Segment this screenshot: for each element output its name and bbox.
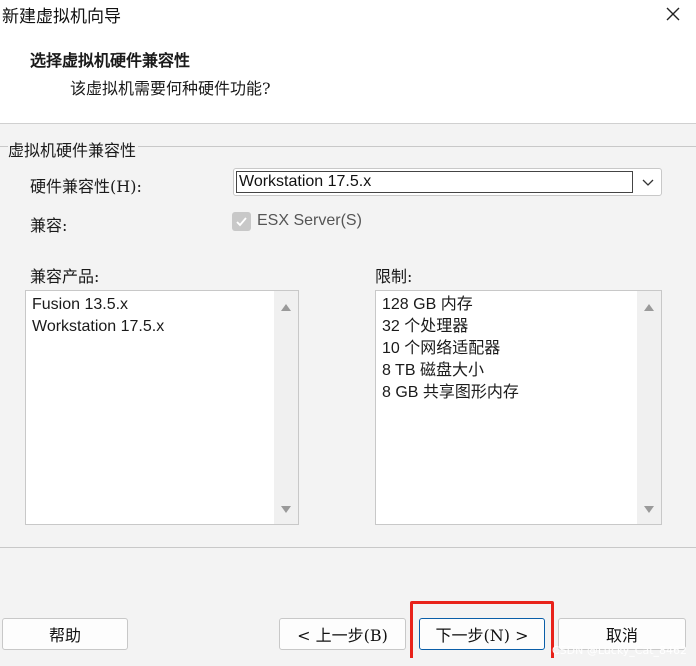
chevron-down-icon[interactable] xyxy=(638,173,658,193)
compat-label: 兼容: xyxy=(30,216,68,235)
page-subtitle: 该虚拟机需要何种硬件功能? xyxy=(70,79,271,98)
limits-label: 限制: xyxy=(375,267,413,286)
limits-items: 128 GB 内存 32 个处理器 10 个网络适配器 8 TB 磁盘大小 8 GB 共… xyxy=(382,294,519,404)
window-title: 新建虚拟机向导 xyxy=(2,7,121,27)
close-icon xyxy=(666,7,680,21)
next-button[interactable]: 下一步(N) > xyxy=(419,618,545,650)
scroll-down-icon[interactable] xyxy=(274,500,298,520)
back-button[interactable]: < 上一步(B) xyxy=(279,618,406,650)
bottom-strip xyxy=(0,658,696,666)
hardware-compat-label: 硬件兼容性(H): xyxy=(30,177,142,196)
close-button[interactable] xyxy=(650,0,696,28)
list-item: Fusion 13.5.x xyxy=(32,296,129,313)
list-item: 128 GB 内存 xyxy=(382,296,473,313)
scroll-down-icon[interactable] xyxy=(637,500,661,520)
esx-server-label[interactable]: ESX Server(S) xyxy=(257,212,362,230)
list-item: 32 个处理器 xyxy=(382,318,469,335)
esx-server-checkbox[interactable] xyxy=(232,212,251,231)
page-title: 选择虚拟机硬件兼容性 xyxy=(30,51,191,70)
limits-list[interactable]: 128 GB 内存 32 个处理器 10 个网络适配器 8 TB 磁盘大小 8 GB 共… xyxy=(375,290,662,525)
help-button[interactable]: 帮助 xyxy=(2,618,128,650)
watermark: CSDN @Lucky_Cat_8462 xyxy=(552,644,688,657)
wizard-header: 选择虚拟机硬件兼容性 该虚拟机需要何种硬件功能? xyxy=(0,30,696,124)
products-scrollbar[interactable] xyxy=(274,291,298,524)
list-item: 8 TB 磁盘大小 xyxy=(382,362,484,379)
group-legend: 虚拟机硬件兼容性 xyxy=(8,137,139,161)
list-item: 10 个网络适配器 xyxy=(382,340,501,357)
products-items: Fusion 13.5.x Workstation 17.5.x xyxy=(32,294,164,338)
scroll-up-icon[interactable] xyxy=(637,297,661,317)
title-bar: 新建虚拟机向导 xyxy=(0,0,696,30)
hardware-compat-value-box: Workstation 17.5.x xyxy=(236,171,633,193)
scroll-up-icon[interactable] xyxy=(274,297,298,317)
list-item: Workstation 17.5.x xyxy=(32,318,165,335)
list-item: 8 GB 共享图形内存 xyxy=(382,384,519,401)
checkmark-icon xyxy=(236,217,247,227)
limits-scrollbar[interactable] xyxy=(637,291,661,524)
compatible-products-list[interactable]: Fusion 13.5.x Workstation 17.5.x xyxy=(25,290,299,525)
compatible-products-label: 兼容产品: xyxy=(30,267,100,286)
hardware-compat-value: Workstation 17.5.x xyxy=(239,173,372,190)
hardware-compat-select[interactable]: Workstation 17.5.x xyxy=(233,168,662,196)
